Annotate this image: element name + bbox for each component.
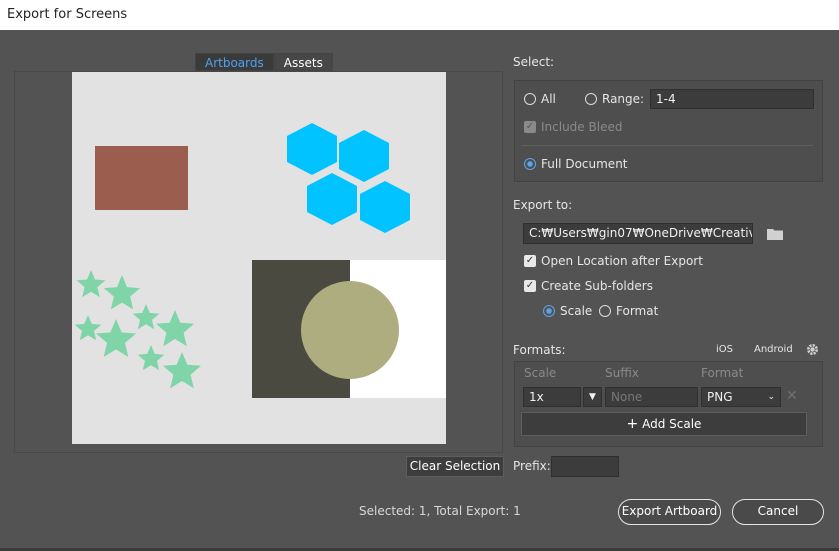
- subfolder-scale-label: Scale: [560, 304, 593, 318]
- status-text: Selected: 1, Total Export: 1: [359, 504, 521, 518]
- star-shape: [137, 345, 165, 371]
- hexagon-shape: [307, 173, 357, 225]
- export-artboard-button[interactable]: Export Artboard: [618, 499, 721, 525]
- suffix-input[interactable]: None: [605, 387, 698, 407]
- star-shape: [76, 270, 106, 298]
- star-cluster: [74, 270, 201, 389]
- brown-rectangle: [95, 146, 188, 210]
- star-shape: [163, 352, 201, 389]
- artboard-thumbnail[interactable]: [72, 72, 446, 444]
- range-input[interactable]: 1-4: [650, 89, 814, 109]
- create-subfolders-label: Create Sub-folders: [541, 279, 653, 293]
- radio-subfolder-format[interactable]: [599, 305, 611, 317]
- scale-input[interactable]: 1x: [523, 387, 581, 407]
- formats-heading: Formats:: [513, 343, 566, 357]
- create-subfolders-checkbox[interactable]: ✓: [524, 280, 536, 292]
- add-scale-label: Add Scale: [642, 417, 702, 431]
- hexagon-shape: [339, 130, 389, 182]
- format-value: PNG: [707, 390, 733, 404]
- hexagon-shape: [360, 181, 410, 233]
- open-location-label: Open Location after Export: [541, 254, 703, 268]
- folder-icon[interactable]: [767, 228, 784, 244]
- android-preset-button[interactable]: Android: [754, 344, 793, 355]
- prefix-input[interactable]: [551, 456, 619, 477]
- export-to-heading: Export to:: [513, 198, 573, 212]
- artboard-artwork: [74, 123, 446, 398]
- col-format-header: Format: [701, 366, 744, 380]
- all-label: All: [541, 92, 556, 106]
- hexagon-shape: [287, 123, 337, 175]
- include-bleed-checkbox[interactable]: ✓: [524, 121, 536, 133]
- remove-scale-icon[interactable]: ✕: [786, 388, 798, 404]
- radio-range[interactable]: [585, 93, 597, 105]
- tab-artboards[interactable]: Artboards: [195, 53, 274, 71]
- col-suffix-header: Suffix: [605, 366, 639, 380]
- format-select[interactable]: PNG ⌄: [701, 387, 781, 407]
- plus-icon: +: [626, 416, 639, 432]
- olive-circle: [301, 281, 399, 379]
- subfolder-format-label: Format: [616, 304, 659, 318]
- prefix-label: Prefix:: [513, 459, 551, 473]
- select-heading: Select:: [513, 55, 555, 69]
- full-document-label: Full Document: [541, 157, 628, 171]
- view-tabs: Artboards Assets: [195, 53, 333, 71]
- gear-icon[interactable]: [806, 343, 819, 359]
- star-shape: [96, 319, 136, 357]
- radio-all[interactable]: [524, 93, 536, 105]
- include-bleed-label: Include Bleed: [541, 120, 623, 134]
- divider: [522, 145, 813, 146]
- window-title: Export for Screens: [7, 7, 128, 22]
- radio-subfolder-scale[interactable]: [543, 305, 555, 317]
- ios-preset-button[interactable]: iOS: [716, 344, 733, 355]
- scale-dropdown-button[interactable]: ▼: [583, 387, 602, 407]
- cancel-button[interactable]: Cancel: [732, 499, 824, 525]
- star-shape: [156, 310, 194, 347]
- col-scale-header: Scale: [524, 366, 557, 380]
- title-bar: Export for Screens: [0, 0, 839, 30]
- hexagon-cluster: [287, 123, 410, 233]
- clear-selection-button[interactable]: Clear Selection: [406, 456, 504, 477]
- chevron-down-icon: ⌄: [767, 392, 775, 402]
- star-shape: [103, 275, 141, 310]
- star-shape: [132, 304, 160, 330]
- radio-full-document[interactable]: [524, 158, 536, 170]
- range-label: Range:: [602, 92, 645, 106]
- export-path-input[interactable]: C:₩Users₩gin07₩OneDrive₩Creative Cl: [523, 223, 753, 244]
- tab-assets[interactable]: Assets: [273, 53, 333, 71]
- add-scale-button[interactable]: + Add Scale: [521, 412, 807, 436]
- open-location-checkbox[interactable]: ✓: [524, 255, 536, 267]
- star-shape: [74, 315, 102, 341]
- chevron-down-icon: ▼: [589, 392, 596, 402]
